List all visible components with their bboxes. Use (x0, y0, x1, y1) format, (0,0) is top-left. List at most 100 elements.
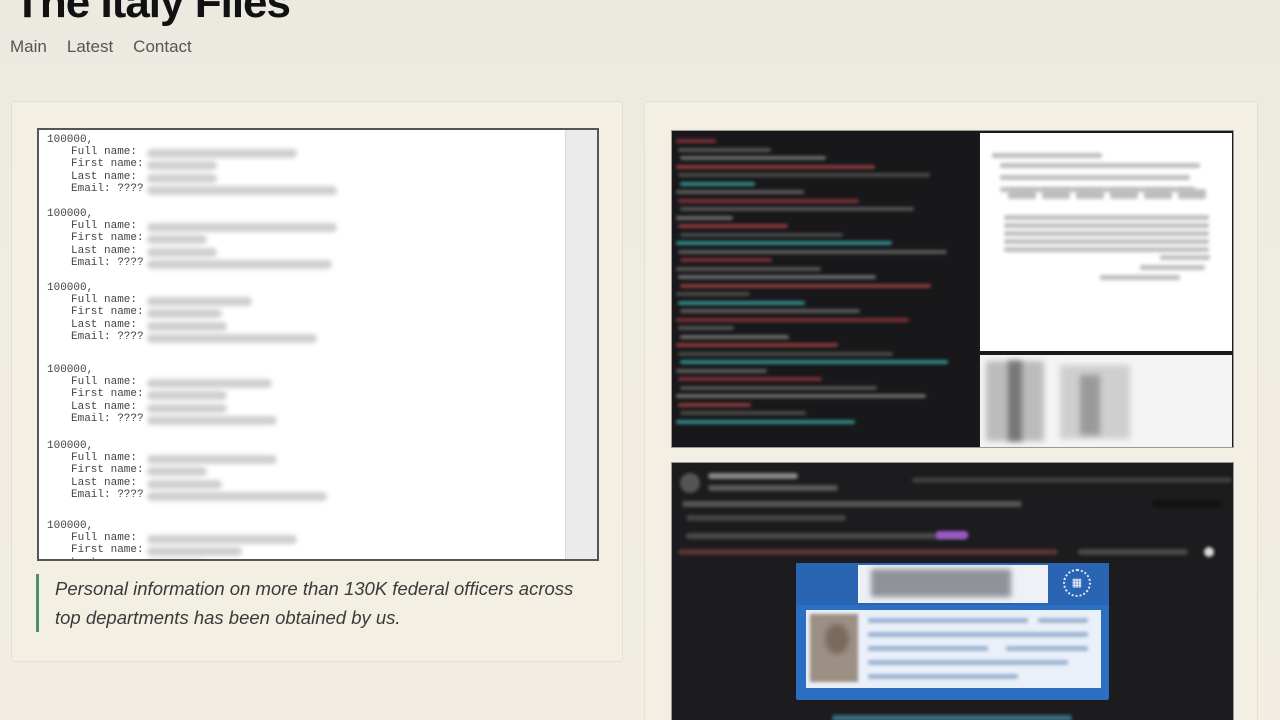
document-line (1000, 163, 1200, 168)
terminal-line (680, 232, 843, 237)
document-line (992, 153, 1102, 158)
redacted-value (147, 321, 227, 331)
terminal-line (678, 351, 893, 356)
terminal-line (676, 394, 926, 398)
record-field: Last name: (47, 477, 222, 489)
terminal-line (680, 334, 789, 339)
terminal-screenshot (672, 131, 978, 447)
terminal-line (678, 300, 805, 305)
terminal-line (676, 241, 892, 245)
terminal-line (680, 360, 948, 364)
redacted-value (147, 186, 337, 196)
record-field: Email: ???? (47, 413, 277, 426)
document-line (1004, 239, 1209, 244)
document-line (1004, 247, 1209, 252)
record-field: First name: (47, 158, 217, 171)
id-scan (980, 355, 1232, 447)
record-field: Last name: (47, 245, 217, 257)
terminal-line (680, 258, 772, 262)
post-card-right: ▦ (644, 101, 1258, 720)
terminal-line (676, 292, 750, 296)
redacted-value (147, 547, 242, 557)
document-line (1140, 265, 1205, 270)
redacted-value (147, 235, 207, 245)
terminal-line (680, 309, 860, 313)
redacted-value (147, 149, 297, 158)
document-table-cell (1178, 189, 1206, 199)
terminal-line (678, 198, 859, 203)
id-card: ▦ (796, 563, 1109, 700)
record-field: Full name: (47, 294, 252, 306)
record-field: Full name: (47, 376, 272, 388)
terminal-line (676, 139, 716, 143)
nav-link-contact[interactable]: Contact (133, 37, 192, 57)
document-scan (980, 133, 1232, 351)
record-field: Full name: (47, 220, 337, 232)
record-field: First name: (47, 388, 227, 401)
record-id: 100000, (47, 208, 94, 220)
record-block: 100000,Full name:First name:Last name:Em… (47, 134, 337, 196)
main-nav: Main Latest Contact (10, 37, 192, 57)
document-line (1004, 215, 1209, 220)
record-block: 100000,Full name:First name:Last name:Em… (47, 208, 337, 270)
record-id: 100000, (47, 364, 94, 376)
terminal-line (676, 419, 855, 424)
terminal-line (676, 368, 767, 373)
redacted-value (147, 416, 277, 426)
terminal-line (676, 215, 733, 220)
redacted-value (147, 455, 277, 464)
record-field: Last name: (47, 171, 217, 183)
post-card-left: 100000, Full name: First name: Last name: Em… (11, 101, 623, 662)
record-field: Full name: (47, 532, 297, 544)
redacted-value (147, 309, 222, 319)
terminal-line (676, 317, 909, 322)
nav-link-latest[interactable]: Latest (67, 37, 113, 57)
record-field: First name: (47, 544, 242, 557)
document-table-cell (1110, 189, 1138, 199)
terminal-line (680, 181, 755, 186)
redacted-value (147, 247, 217, 257)
record-id: 100000, (47, 440, 94, 452)
record-field: Full name: (47, 146, 297, 158)
terminal-line (680, 385, 877, 390)
redacted-value (147, 379, 272, 388)
record-id: 100000, (47, 134, 94, 146)
redacted-value (147, 492, 327, 502)
document-line (1004, 231, 1209, 236)
document-line (1160, 255, 1210, 260)
redacted-value (147, 334, 317, 344)
record-field: Full name: (47, 452, 277, 464)
redacted-value (147, 173, 217, 183)
redacted-value (147, 260, 332, 270)
terminal-line (680, 411, 806, 415)
nav-link-main[interactable]: Main (10, 37, 47, 57)
document-table-cell (1008, 189, 1036, 199)
record-field: Email: ???? (47, 331, 317, 344)
record-field: First name: (47, 306, 222, 319)
terminal-line (678, 173, 930, 177)
record-field: Last name: (47, 557, 144, 559)
terminal-line (676, 343, 838, 347)
redacted-value (147, 403, 227, 413)
document-table-cell (1042, 189, 1070, 199)
record-field: Email: ???? (47, 183, 337, 196)
record-block: 100000,Full name:First name:Last name:Em… (47, 282, 317, 344)
terminal-documents-image[interactable] (671, 130, 1234, 448)
redacted-value (147, 535, 297, 544)
site-title[interactable]: The Italy Files (14, 0, 291, 28)
terminal-line (678, 147, 771, 152)
terminal-line (676, 164, 875, 169)
record-field: Email: ???? (47, 257, 332, 270)
terminal-line (678, 249, 947, 254)
record-field: First name: (47, 232, 207, 245)
redacted-value (147, 467, 207, 477)
document-line (1004, 223, 1209, 228)
terminal-line (678, 275, 876, 279)
document-line (1000, 175, 1190, 180)
terminal-line (676, 266, 821, 271)
record-block: 100000,Full name:First name:Last name:Em… (47, 364, 277, 426)
leaked-records-image[interactable]: 100000, Full name: First name: Last name: Em… (37, 128, 599, 561)
chat-id-card-image[interactable]: ▦ (671, 462, 1234, 720)
record-id: 100000, (47, 282, 94, 294)
record-field: First name: (47, 464, 207, 477)
